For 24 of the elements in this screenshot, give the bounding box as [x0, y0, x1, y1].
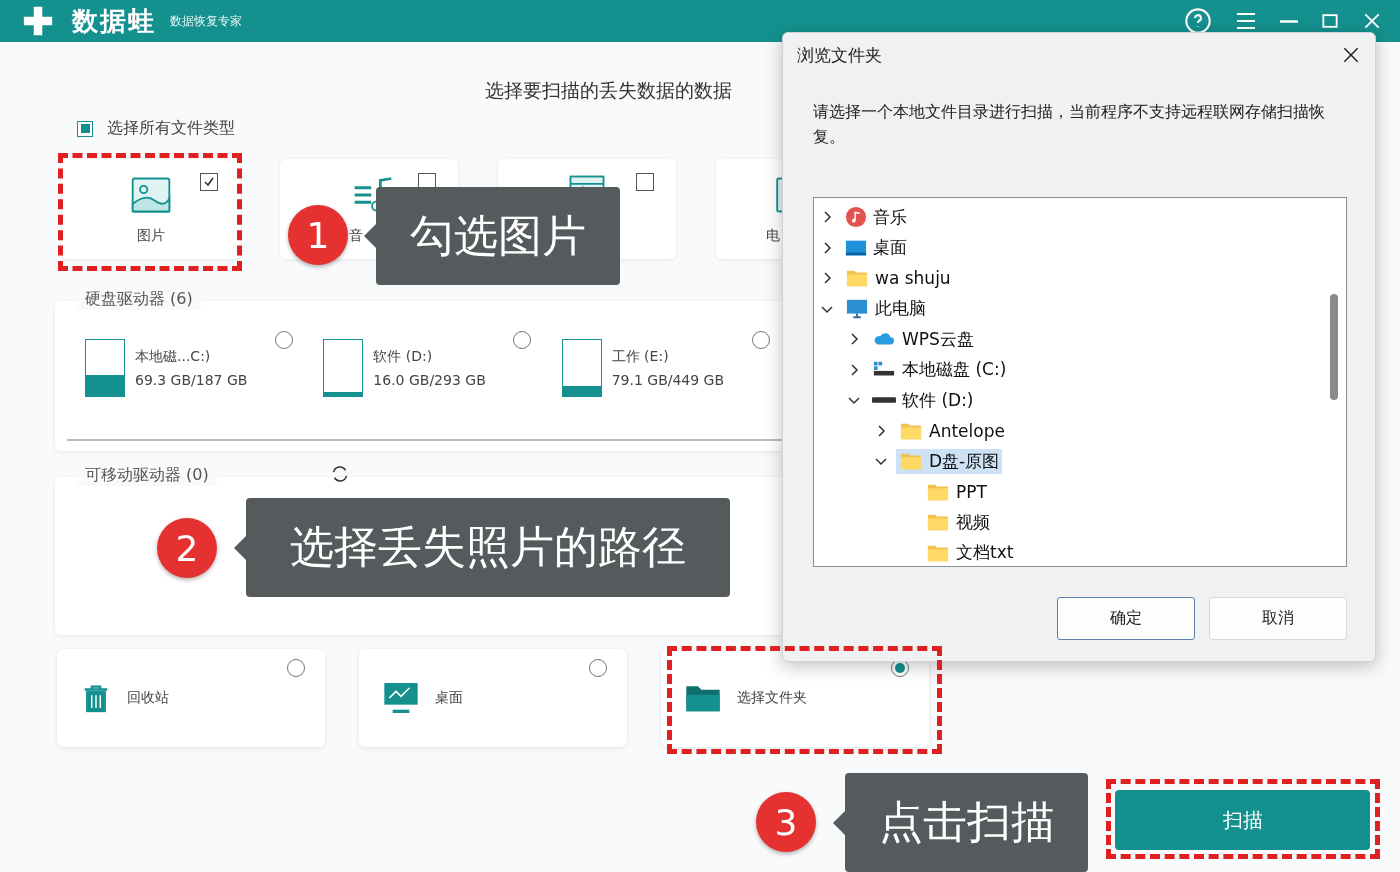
location-label: 桌面 [435, 689, 463, 707]
location-label: 选择文件夹 [737, 689, 807, 707]
section-title: 可移动驱动器 (0) [77, 465, 217, 486]
file-type-label: 图片 [137, 227, 165, 245]
select-all-label: 选择所有文件类型 [107, 118, 235, 139]
step-number: 3 [756, 792, 816, 852]
file-type-label: 电 [766, 227, 780, 245]
dialog-title: 浏览文件夹 [797, 43, 882, 67]
callout-tooltip: 点击扫描 [845, 773, 1088, 872]
drive-name: 工作 (E:) [611, 348, 670, 366]
drive-size: 69.3 GB/187 GB [135, 372, 248, 388]
section-title: 硬盘驱动器 (6) [77, 289, 201, 310]
drive-size: 79.1 GB/449 GB [611, 372, 725, 388]
page-title: 选择要扫描的丢失数据的数据 [485, 79, 732, 101]
drive-size: 16.0 GB/293 GB [373, 372, 486, 388]
app-subtitle: 数据恢复专家 [170, 12, 242, 30]
callout-tooltip: 勾选图片 [376, 187, 620, 285]
drive-name: 软件 (D:) [373, 348, 434, 366]
location-label: 回收站 [127, 689, 169, 707]
callout-tooltip: 选择丢失照片的路径 [246, 498, 730, 597]
file-type-label: 音 [349, 227, 363, 245]
dialog-message: 请选择一个本地文件目录进行扫描，当前程序不支持远程联网存储扫描恢复。 [813, 101, 1326, 148]
app-logo: 数据蛙 [72, 4, 156, 38]
drive-name: 本地磁...C:) [135, 348, 212, 366]
